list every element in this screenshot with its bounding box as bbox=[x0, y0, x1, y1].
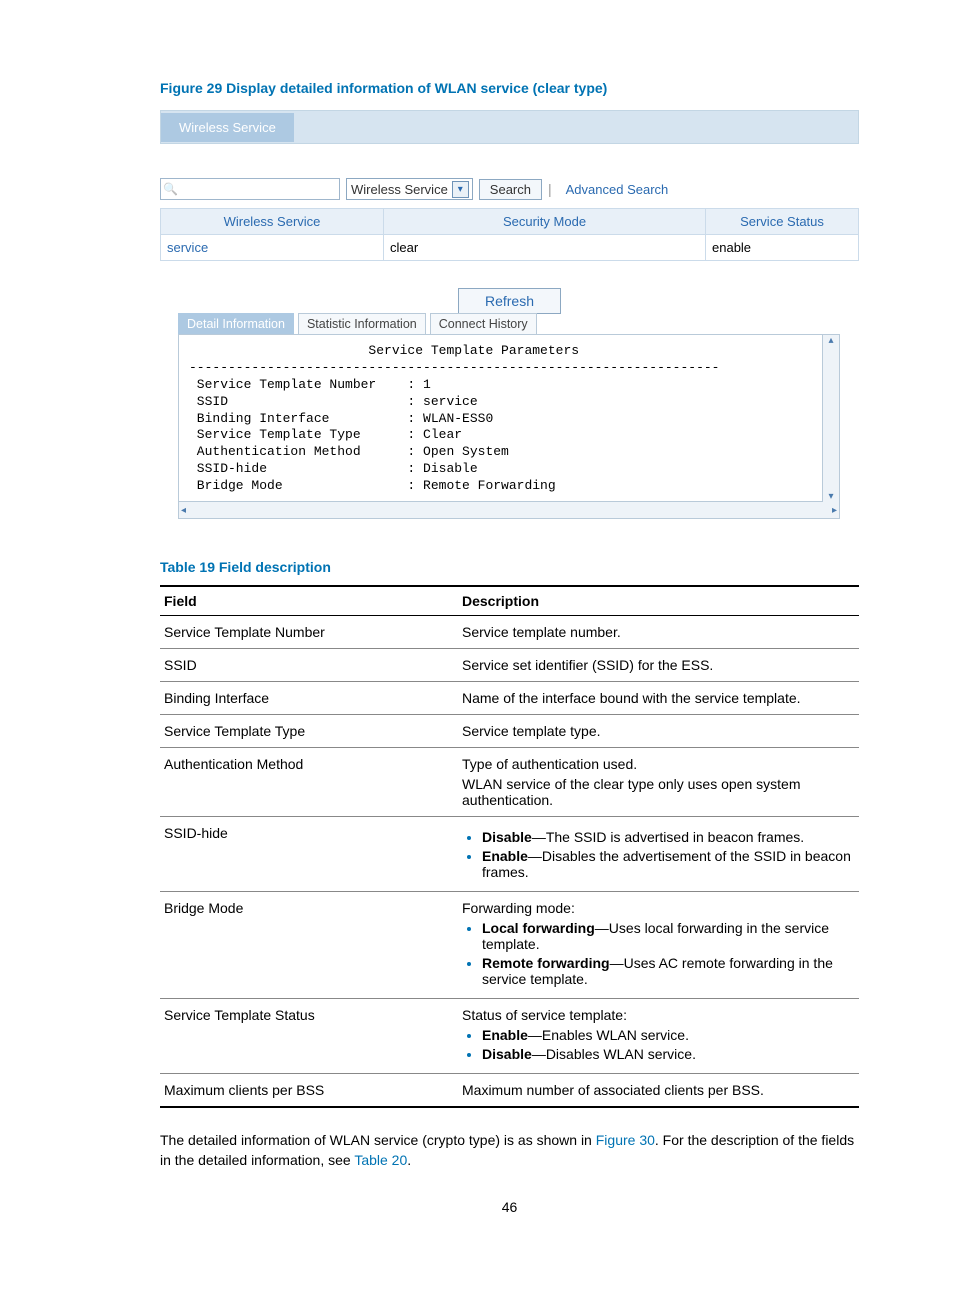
list-item: Remote forwarding—Uses AC remote forward… bbox=[482, 955, 855, 987]
scroll-up-icon: ▴ bbox=[828, 335, 833, 346]
table-row: SSID-hide Disable—The SSID is advertised… bbox=[160, 817, 859, 892]
header-tab-wireless-service: Wireless Service bbox=[161, 113, 294, 142]
tab-statistic-information[interactable]: Statistic Information bbox=[298, 313, 426, 334]
col-security-mode: Security Mode bbox=[384, 209, 706, 235]
list-item: Disable—Disables WLAN service. bbox=[482, 1046, 855, 1062]
select-value: Wireless Service bbox=[351, 182, 448, 197]
refresh-button[interactable]: Refresh bbox=[458, 288, 561, 314]
scroll-right-icon: ▸ bbox=[832, 505, 837, 516]
figure-caption: Figure 29 Display detailed information o… bbox=[160, 80, 859, 96]
page-number: 46 bbox=[160, 1199, 859, 1215]
table-20-link[interactable]: Table 20 bbox=[354, 1152, 407, 1168]
table-row: Service Template Type Service template t… bbox=[160, 715, 859, 748]
th-field: Field bbox=[160, 586, 458, 616]
window-header-bar: Wireless Service bbox=[160, 110, 859, 144]
scroll-left-icon: ◂ bbox=[181, 505, 186, 516]
vertical-scrollbar[interactable]: ▴ ▾ bbox=[822, 335, 839, 502]
list-item: Enable—Disables the advertisement of the… bbox=[482, 848, 855, 880]
col-service-status: Service Status bbox=[706, 209, 859, 235]
list-item: Enable—Enables WLAN service. bbox=[482, 1027, 855, 1043]
footer-paragraph: The detailed information of WLAN service… bbox=[160, 1130, 859, 1171]
search-row: 🔍 Wireless Service ▾ Search | Advanced S… bbox=[160, 178, 859, 200]
table-row: service clear enable bbox=[161, 235, 859, 261]
list-item: Local forwarding—Uses local forwarding i… bbox=[482, 920, 855, 952]
tab-connect-history[interactable]: Connect History bbox=[430, 313, 537, 334]
service-list-table: Wireless Service Security Mode Service S… bbox=[160, 208, 859, 261]
table-row: Service Template Number Service template… bbox=[160, 616, 859, 649]
service-link[interactable]: service bbox=[167, 240, 208, 255]
field-description-table: Field Description Service Template Numbe… bbox=[160, 585, 859, 1108]
col-wireless-service: Wireless Service bbox=[161, 209, 384, 235]
detail-output-text: Service Template Parameters ------------… bbox=[179, 335, 839, 501]
th-description: Description bbox=[458, 586, 859, 616]
cell-status: enable bbox=[706, 235, 859, 261]
search-category-select[interactable]: Wireless Service ▾ bbox=[346, 178, 473, 200]
detail-output-box: Service Template Parameters ------------… bbox=[178, 334, 840, 519]
advanced-search-link[interactable]: Advanced Search bbox=[566, 182, 669, 197]
tabs-row: Detail Information Statistic Information… bbox=[178, 313, 859, 334]
list-item: Disable—The SSID is advertised in beacon… bbox=[482, 829, 855, 845]
cell-mode: clear bbox=[384, 235, 706, 261]
table-caption: Table 19 Field description bbox=[160, 559, 859, 575]
search-icon: 🔍 bbox=[163, 182, 178, 196]
search-button[interactable]: Search bbox=[479, 179, 542, 200]
horizontal-scrollbar[interactable]: ◂ ▸ bbox=[179, 501, 839, 518]
chevron-down-icon: ▾ bbox=[452, 181, 469, 198]
table-row: Maximum clients per BSS Maximum number o… bbox=[160, 1074, 859, 1108]
table-row: Service Template Status Status of servic… bbox=[160, 999, 859, 1074]
table-row: SSID Service set identifier (SSID) for t… bbox=[160, 649, 859, 682]
search-input[interactable]: 🔍 bbox=[160, 178, 340, 200]
table-row: Bridge Mode Forwarding mode: Local forwa… bbox=[160, 892, 859, 999]
table-row: Binding Interface Name of the interface … bbox=[160, 682, 859, 715]
tab-detail-information[interactable]: Detail Information bbox=[178, 313, 294, 334]
scroll-down-icon: ▾ bbox=[828, 491, 833, 502]
table-row: Authentication Method Type of authentica… bbox=[160, 748, 859, 817]
figure-30-link[interactable]: Figure 30 bbox=[596, 1132, 655, 1148]
